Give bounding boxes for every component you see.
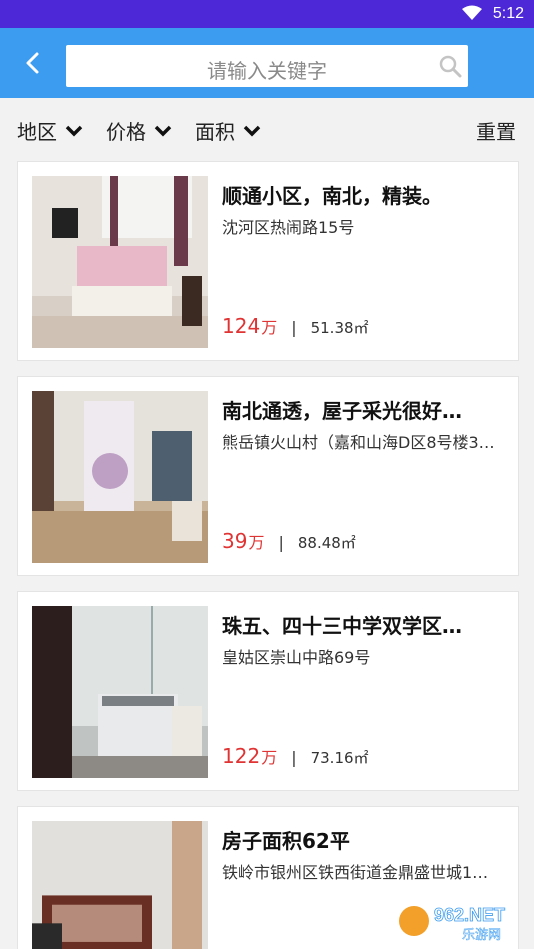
- watermark-text-bottom: 乐游网: [462, 928, 501, 943]
- listing-area: 73.16㎡: [310, 749, 369, 767]
- filter-bar: 地区 价格 面积 重置: [0, 98, 534, 160]
- listing-photo: [32, 821, 208, 949]
- meta-separator: |: [291, 318, 297, 337]
- listing-price: 122: [222, 744, 261, 768]
- listing-card[interactable]: 珠五、四十三中学双学区… 皇姑区崇山中路69号 122 万 | 73.16㎡: [17, 591, 519, 791]
- listing-address: 沈河区热闹路15号: [222, 218, 355, 237]
- listing-meta: 122 万 | 73.16㎡: [222, 744, 369, 768]
- header-bar: 请输入关键字: [0, 28, 534, 98]
- search-input[interactable]: 请输入关键字: [66, 45, 468, 87]
- listing-photo: [32, 606, 208, 778]
- watermark-logo: 962.NET 乐游网: [399, 905, 505, 943]
- watermark-text-top: 962.NET: [434, 905, 505, 925]
- listing-title: 顺通小区，南北，精装。: [222, 184, 442, 208]
- listing-area: 51.38㎡: [310, 319, 369, 337]
- wifi-icon: [462, 5, 482, 20]
- chevron-down-icon: [65, 125, 83, 136]
- status-time: 5:12: [492, 5, 524, 22]
- listing-price-unit: 万: [261, 748, 278, 767]
- chevron-down-icon: [154, 125, 172, 136]
- listing-meta: 124 万 | 51.38㎡: [222, 314, 369, 338]
- filter-area-label: 面积: [195, 120, 235, 144]
- listing-photo: [32, 176, 208, 348]
- listing-address: 皇姑区崇山中路69号: [222, 648, 371, 667]
- filter-price-label: 价格: [106, 120, 146, 144]
- listing-price-unit: 万: [261, 318, 278, 337]
- listing-address: 熊岳镇火山村（嘉和山海D区8号楼3…: [222, 433, 495, 452]
- listing-price: 39: [222, 529, 248, 553]
- listing-photo: [32, 391, 208, 563]
- meta-separator: |: [278, 533, 284, 552]
- listing-price-unit: 万: [248, 533, 265, 552]
- listing-meta: 39 万 | 88.48㎡: [222, 529, 356, 553]
- meta-separator: |: [291, 748, 297, 767]
- listing-card[interactable]: 顺通小区，南北，精装。 沈河区热闹路15号 124 万 | 51.38㎡: [17, 161, 519, 361]
- reset-button[interactable]: 重置: [476, 116, 516, 145]
- listing-title: 房子面积62平: [222, 829, 350, 853]
- listing-card[interactable]: 南北通透，屋子采光很好… 熊岳镇火山村（嘉和山海D区8号楼3… 39 万 | 8…: [17, 376, 519, 576]
- search-icon[interactable]: [438, 54, 462, 78]
- listing-title: 南北通透，屋子采光很好…: [222, 399, 462, 423]
- back-arrow-icon[interactable]: [18, 48, 48, 78]
- listing-title: 珠五、四十三中学双学区…: [222, 614, 462, 638]
- filter-area[interactable]: 面积: [195, 116, 261, 145]
- filter-price[interactable]: 价格: [106, 116, 172, 145]
- listing-address: 铁岭市银州区铁西街道金鼎盛世城1…: [222, 863, 489, 882]
- search-placeholder: 请输入关键字: [207, 59, 327, 83]
- listing-area: 88.48㎡: [297, 534, 356, 552]
- status-bar: 5:12: [0, 0, 534, 28]
- filter-region-label: 地区: [17, 120, 57, 144]
- chevron-down-icon: [243, 125, 261, 136]
- listing-price: 124: [222, 314, 261, 338]
- filter-region[interactable]: 地区: [17, 116, 83, 145]
